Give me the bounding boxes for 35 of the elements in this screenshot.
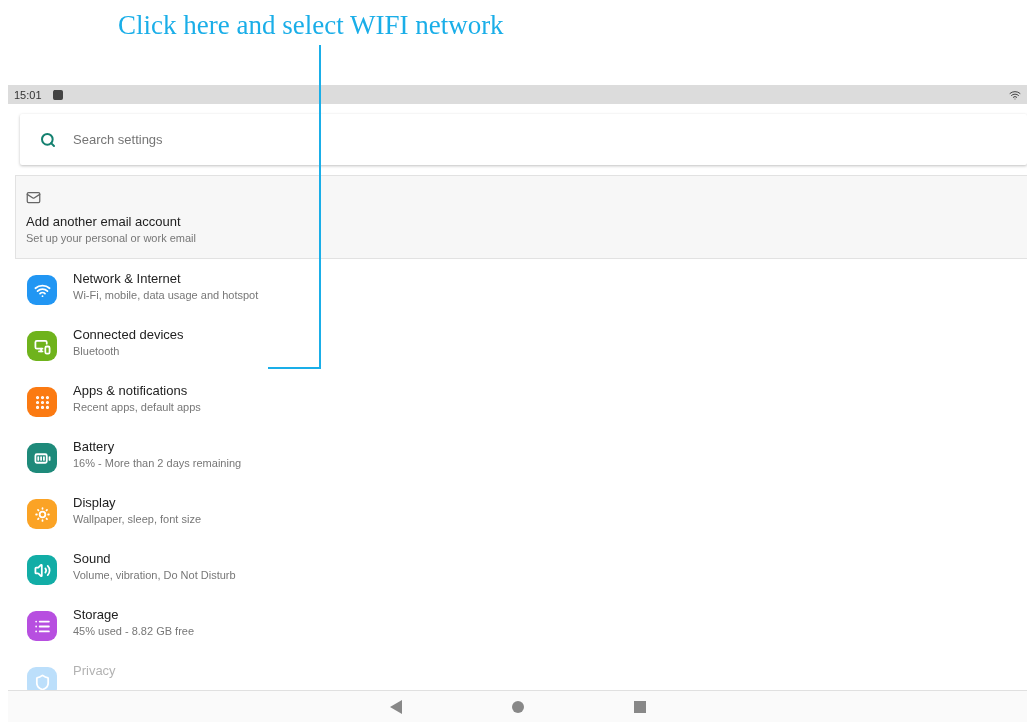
mail-icon	[26, 190, 41, 205]
settings-title: Network & Internet	[73, 271, 182, 286]
suggestion-card[interactable]: Add another email account Set up your personal or work email	[15, 175, 1027, 259]
settings-item[interactable]: Network & Internet Wi-Fi, mobile, data usage and hotspot	[8, 271, 1027, 327]
settings-subtitle: Wi-Fi, mobile, data usage and hotspot	[73, 289, 259, 301]
recents-icon[interactable]	[633, 700, 646, 713]
settings-title: Connected devices	[73, 327, 184, 342]
status-time: 15:01	[14, 88, 42, 101]
settings-title: Apps & notifications	[73, 383, 189, 398]
settings-subtitle: Volume, vibration, Do Not Disturb	[73, 569, 236, 581]
settings-title: Sound	[73, 551, 112, 566]
settings-subtitle: Wallpaper, sleep, font size	[73, 513, 201, 525]
settings-subtitle: 45% used - 8.82 GB free	[73, 625, 195, 637]
settings-item[interactable]: Display Wallpaper, sleep, font size	[8, 495, 1027, 551]
back-icon[interactable]	[389, 699, 402, 714]
settings-item[interactable]: Sound Volume, vibration, Do Not Disturb	[8, 551, 1027, 607]
settings-item[interactable]: Connected devices Bluetooth	[8, 327, 1027, 383]
suggestion-subtitle: Set up your personal or work email	[26, 232, 197, 244]
settings-subtitle: Bluetooth	[73, 345, 121, 357]
search-placeholder: Search settings	[73, 132, 163, 147]
suggestion-title: Add another email account	[26, 214, 182, 229]
search-field[interactable]: Search settings	[20, 114, 1027, 165]
home-icon[interactable]	[511, 700, 524, 713]
settings-title: Display	[73, 495, 117, 510]
settings-item[interactable]: Storage 45% used - 8.82 GB free	[8, 607, 1027, 663]
settings-item[interactable]: Apps & notifications Recent apps, default apps	[8, 383, 1027, 439]
settings-item[interactable]: Battery 16% - More than 2 days remaining	[8, 439, 1027, 495]
search-icon	[40, 131, 56, 148]
settings-title: Battery	[73, 439, 116, 454]
settings-title: Storage	[73, 607, 120, 622]
settings-title: Privacy	[73, 663, 116, 678]
settings-subtitle: 16% - More than 2 days remaining	[73, 457, 242, 469]
settings-subtitle: Recent apps, default apps	[73, 401, 201, 413]
wifi-signal-icon	[1009, 88, 1021, 101]
annotation-text: Click here and select WIFI network	[118, 10, 504, 41]
